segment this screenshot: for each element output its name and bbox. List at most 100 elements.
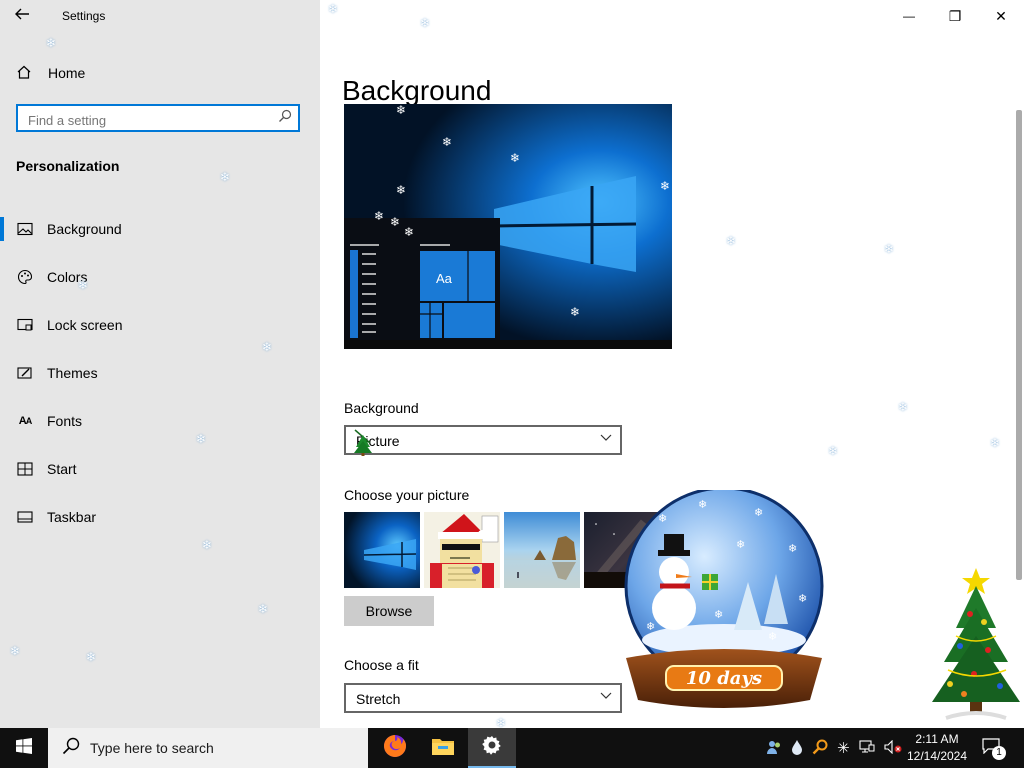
- sidebar-item-colors[interactable]: Colors: [0, 253, 320, 301]
- sidebar-item-label: Start: [47, 461, 77, 477]
- snowglobe-countdown-text: 10 days: [686, 668, 762, 689]
- clock[interactable]: 2:11 AM 12/14/2024: [902, 731, 972, 765]
- taskbar-search-box[interactable]: Type here to search: [48, 728, 368, 768]
- svg-text:❄: ❄: [396, 104, 406, 117]
- snowflake-icon: ❄: [884, 242, 895, 256]
- chevron-down-icon: [600, 689, 612, 704]
- sidebar-item-label: Fonts: [47, 413, 83, 429]
- picture-icon: [16, 222, 34, 236]
- home-label: Home: [48, 65, 86, 81]
- desktop-preview: Aa ❄ ❄ ❄ ❄ ❄ ❄ ❄ ❄ ❄: [344, 104, 672, 349]
- restore-icon: ❐: [948, 7, 962, 24]
- svg-text:❄: ❄: [396, 183, 406, 197]
- notification-count-badge: 1: [992, 746, 1006, 760]
- close-button[interactable]: ✕: [978, 4, 1024, 28]
- svg-text:❄: ❄: [698, 498, 707, 511]
- home-icon: [16, 64, 32, 83]
- action-center-button[interactable]: 1: [980, 736, 1008, 760]
- background-dropdown[interactable]: Picture: [344, 425, 622, 456]
- snowflake-icon: ❄: [898, 400, 909, 414]
- beach-rocks-thumb[interactable]: [504, 512, 580, 588]
- sidebar-item-label: Background: [47, 221, 122, 237]
- section-title: Personalization: [16, 158, 120, 174]
- snowflake-icon[interactable]: ✳: [837, 739, 850, 757]
- svg-text:❄: ❄: [714, 608, 723, 621]
- svg-text:❄: ❄: [798, 592, 807, 605]
- sidebar-item-lock-screen[interactable]: Lock screen: [0, 301, 320, 349]
- people-icon[interactable]: [766, 739, 782, 758]
- browse-button[interactable]: Browse: [344, 596, 434, 626]
- network-icon[interactable]: [859, 739, 875, 757]
- sidebar-item-label: Taskbar: [47, 509, 97, 525]
- lock-screen-icon: [16, 318, 34, 332]
- svg-text:❄: ❄: [788, 542, 797, 555]
- fit-dropdown[interactable]: Stretch: [344, 683, 622, 713]
- firefox-icon: [383, 734, 407, 763]
- brush-icon: [16, 366, 34, 380]
- start-grid-icon: [16, 462, 34, 476]
- sidebar-item-themes[interactable]: Themes: [0, 349, 320, 397]
- taskbar-search-placeholder: Type here to search: [90, 740, 214, 756]
- svg-text:❄: ❄: [768, 630, 777, 643]
- svg-text:❄: ❄: [736, 538, 745, 551]
- home-link[interactable]: Home: [16, 60, 85, 86]
- taskbar-app-settings[interactable]: [468, 728, 516, 768]
- svg-text:❄: ❄: [510, 151, 520, 165]
- svg-text:❄: ❄: [646, 620, 655, 633]
- fit-dropdown-value: Stretch: [356, 691, 401, 707]
- system-tray: ✳: [766, 728, 902, 768]
- snowflake-icon: ❄: [86, 650, 97, 664]
- svg-text:❄: ❄: [404, 225, 414, 239]
- minimize-icon: —: [903, 9, 915, 23]
- snowglobe-widget[interactable]: ❄ ❄ ❄ ❄ ❄ ❄ ❄ ❄ ❄ 10 days: [618, 486, 828, 720]
- christmas-tree-cursor-icon: [352, 429, 374, 462]
- sidebar-item-fonts[interactable]: AA Fonts: [0, 397, 320, 445]
- snowflake-icon: ❄: [328, 2, 339, 16]
- palette-icon: [16, 269, 34, 285]
- windows-logo-icon: [16, 737, 32, 759]
- fonts-icon: AA: [18, 415, 32, 427]
- snowflake-icon: ❄: [420, 16, 431, 30]
- sidebar: Settings Home Personalization Background: [0, 0, 320, 728]
- volume-muted-icon[interactable]: [884, 739, 902, 757]
- svg-text:❄: ❄: [390, 215, 400, 229]
- chevron-down-icon: [600, 431, 612, 446]
- snowflake-icon: ❄: [828, 444, 839, 458]
- picture-thumbnails: [344, 512, 660, 588]
- restore-button[interactable]: ❐: [932, 4, 978, 28]
- sidebar-item-background[interactable]: Background: [0, 205, 320, 253]
- svg-text:❄: ❄: [658, 512, 667, 525]
- sidebar-item-taskbar[interactable]: Taskbar: [0, 493, 320, 541]
- sidebar-nav: Background Colors Lock screen Themes A A…: [0, 205, 320, 541]
- search-tool-icon[interactable]: [812, 739, 828, 758]
- choose-fit-label: Choose a fit: [344, 657, 419, 673]
- sidebar-item-label: Colors: [47, 269, 88, 285]
- svg-text:❄: ❄: [442, 135, 452, 149]
- svg-text:❄: ❄: [754, 506, 763, 519]
- snowflake-icon: ❄: [258, 602, 269, 616]
- taskbar-app-firefox[interactable]: [371, 728, 419, 768]
- preview-tile-text: Aa: [436, 271, 453, 286]
- vertical-scrollbar[interactable]: [1016, 110, 1022, 580]
- choose-picture-label: Choose your picture: [344, 487, 470, 503]
- taskbar-icon: [16, 511, 34, 523]
- settings-icon: [482, 735, 502, 760]
- water-drop-icon[interactable]: [791, 739, 803, 758]
- snowflake-icon: ❄: [10, 644, 21, 658]
- window-title: Settings: [62, 9, 106, 23]
- snowflake-icon: ❄: [220, 170, 231, 184]
- find-setting-search[interactable]: [16, 104, 300, 132]
- christmas-tree-widget: [926, 566, 1022, 726]
- svg-text:❄: ❄: [570, 305, 580, 319]
- taskbar-app-file-explorer[interactable]: [419, 728, 467, 768]
- back-arrow-icon[interactable]: [14, 6, 34, 26]
- file-explorer-icon: [431, 736, 455, 761]
- background-label: Background: [344, 400, 419, 416]
- windows-hero-thumb[interactable]: [344, 512, 420, 588]
- start-button[interactable]: [0, 728, 48, 768]
- sidebar-item-start[interactable]: Start: [0, 445, 320, 493]
- find-setting-input[interactable]: [26, 109, 270, 131]
- santa-cartoon-thumb[interactable]: [424, 512, 500, 588]
- minimize-button[interactable]: —: [886, 4, 932, 28]
- search-icon: [62, 737, 80, 760]
